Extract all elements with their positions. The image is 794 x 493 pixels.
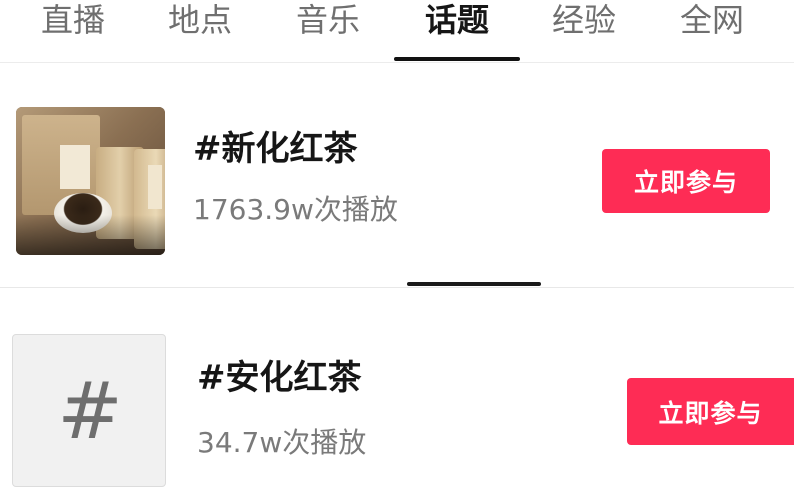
tab-location[interactable]: 地点 (168, 0, 232, 48)
topic-thumbnail-placeholder[interactable]: # (12, 334, 166, 487)
topic-play-count: 34.7w次播放 (197, 426, 367, 459)
topic-play-count: 1763.9w次播放 (193, 193, 398, 226)
search-category-tabs: 直播 地点 音乐 话题 经验 全网 (0, 0, 794, 62)
scroll-indicator (407, 282, 541, 286)
topic-search-results: 直播 地点 音乐 话题 经验 全网 #新化红茶 1763.9w次播放 立即参与 … (0, 0, 794, 493)
tab-experience[interactable]: 经验 (552, 0, 616, 48)
topic-title[interactable]: #新化红茶 (193, 129, 358, 169)
topic-title[interactable]: #安化红茶 (197, 358, 362, 398)
join-topic-button[interactable]: 立即参与 (602, 149, 770, 213)
join-topic-button[interactable]: 立即参与 (627, 378, 794, 445)
topic-row[interactable]: #新化红茶 1763.9w次播放 立即参与 (0, 63, 794, 285)
topic-thumbnail-photo[interactable] (16, 107, 165, 255)
topic-row[interactable]: # #安化红茶 34.7w次播放 立即参与 (0, 288, 794, 493)
active-tab-indicator (394, 57, 520, 61)
tab-music[interactable]: 音乐 (296, 0, 360, 48)
hashtag-icon: # (57, 366, 123, 457)
tab-all-web[interactable]: 全网 (680, 0, 744, 48)
tab-live[interactable]: 直播 (41, 0, 105, 48)
tab-topic[interactable]: 话题 (425, 0, 489, 48)
